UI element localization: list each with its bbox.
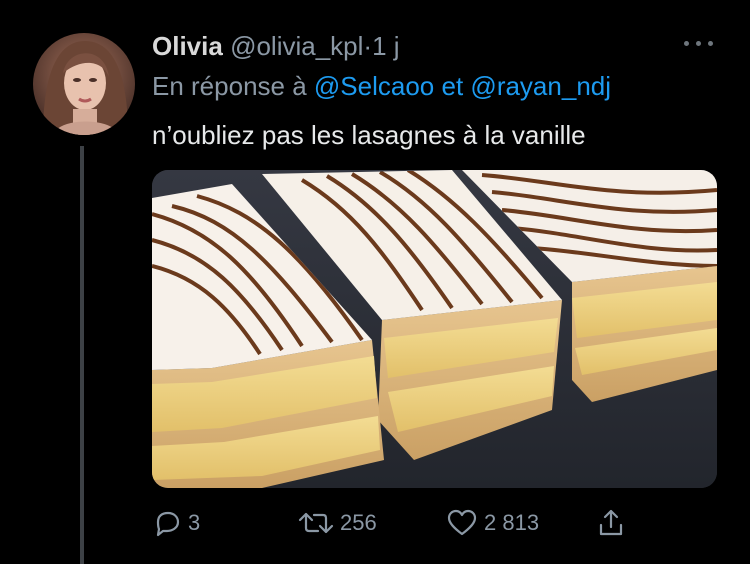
reply-to-line: En réponse à @Selcaoo et @rayan_ndj <box>152 68 611 104</box>
tweet[interactable]: Olivia @olivia_kpl·1 j En réponse à @Sel… <box>0 0 750 564</box>
author-name[interactable]: Olivia <box>152 31 223 61</box>
tweet-time[interactable]: 1 j <box>372 31 399 61</box>
tweet-text: n’oubliez pas les lasagnes à la vanille <box>152 120 586 150</box>
reply-icon <box>156 511 180 537</box>
heart-icon <box>447 509 477 536</box>
reply-count: 3 <box>188 510 201 535</box>
reply-conjunction: et <box>441 71 464 101</box>
avatar[interactable] <box>33 33 135 135</box>
more-options-icon[interactable] <box>684 41 714 49</box>
retweet-button[interactable]: 256 <box>298 505 377 541</box>
avatar-image <box>33 33 135 135</box>
tweet-media[interactable] <box>152 170 717 488</box>
reply-button[interactable]: 3 <box>152 505 200 541</box>
tweet-header: Olivia @olivia_kpl·1 j <box>152 28 400 64</box>
mention-rayan[interactable]: @rayan_ndj <box>470 71 611 101</box>
share-button[interactable] <box>596 505 626 541</box>
retweet-count: 256 <box>340 510 377 535</box>
retweet-icon <box>298 512 334 534</box>
share-icon <box>599 509 623 536</box>
author-handle[interactable]: @olivia_kpl <box>230 31 363 61</box>
millefeuille-photo <box>152 170 717 488</box>
mention-selcaoo[interactable]: @Selcaoo <box>314 71 434 101</box>
like-button[interactable]: 2 813 <box>446 505 539 541</box>
like-count: 2 813 <box>484 510 540 535</box>
thread-line <box>80 146 84 564</box>
reply-prefix: En réponse à <box>152 71 307 101</box>
header-separator: · <box>363 31 373 61</box>
tweet-actions: 3 256 2 813 <box>152 505 632 541</box>
